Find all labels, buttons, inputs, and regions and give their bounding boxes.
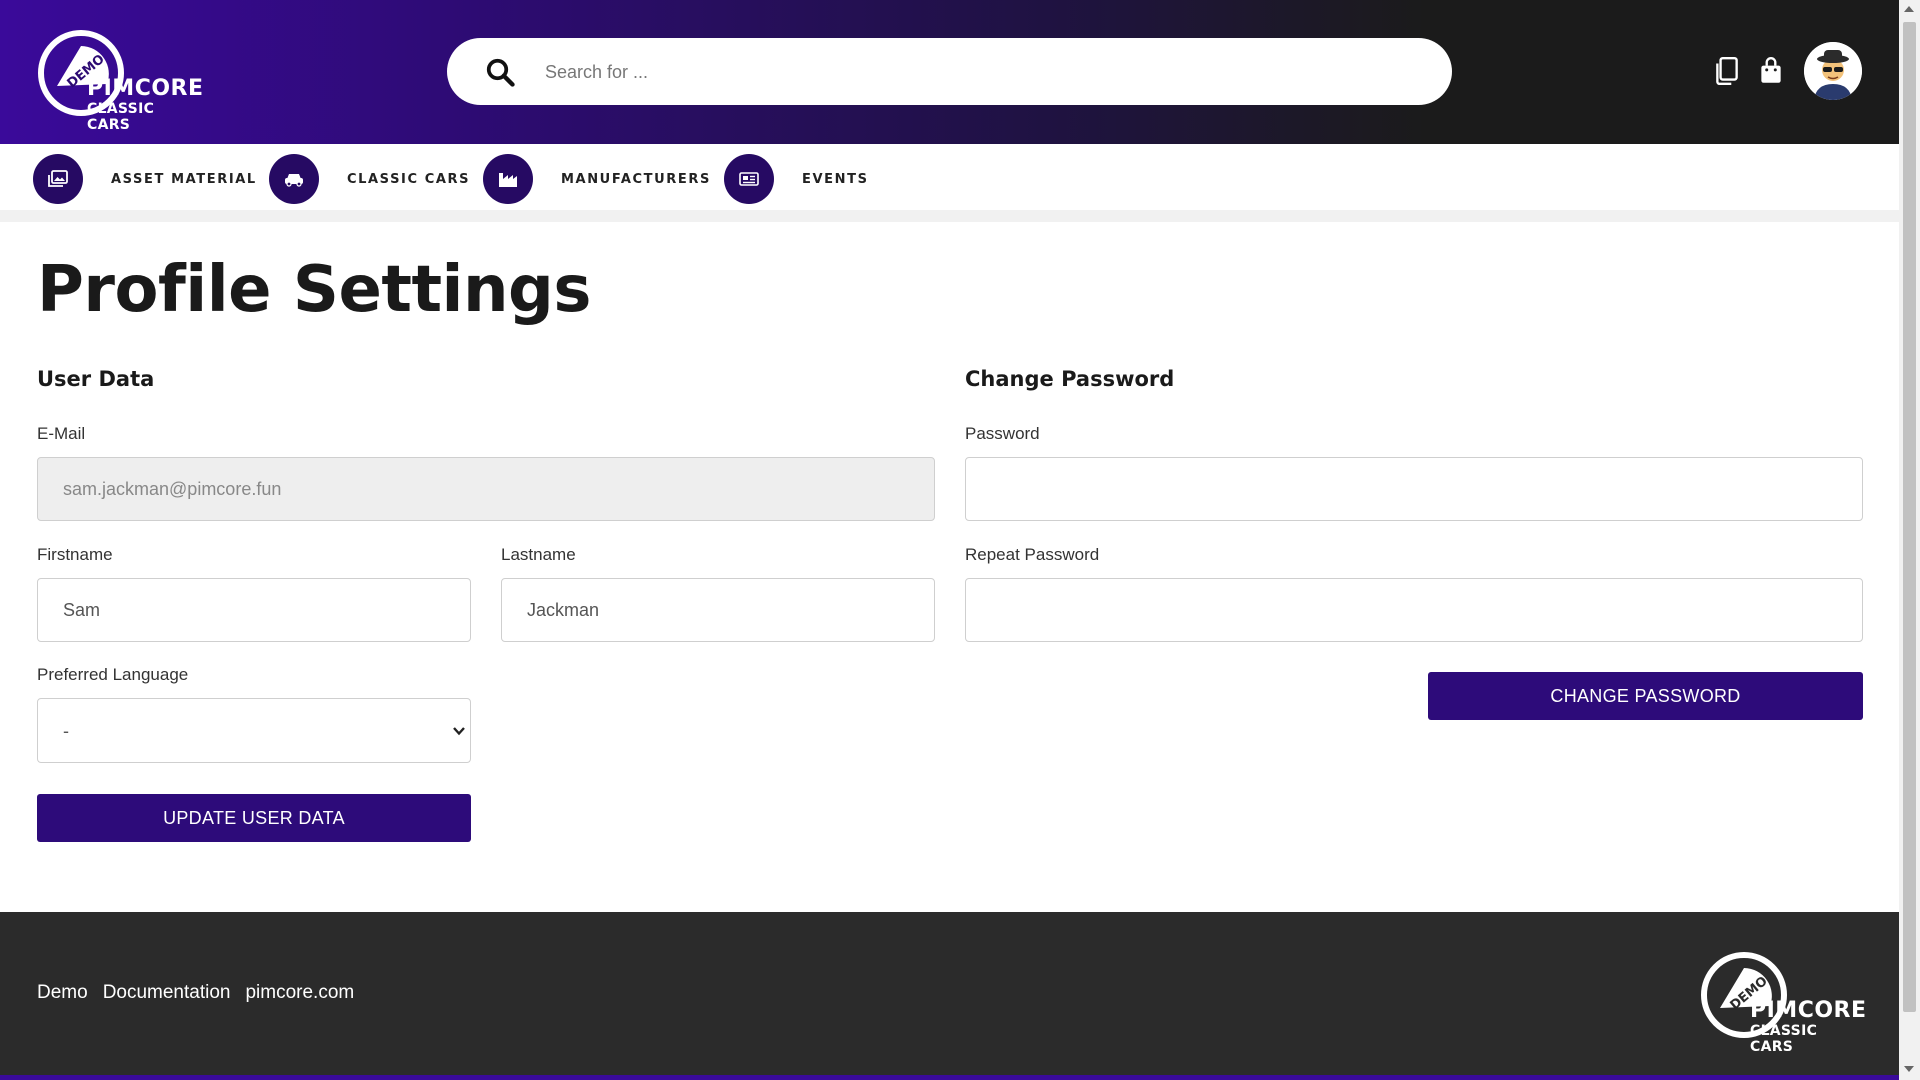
car-icon	[285, 174, 303, 187]
user-avatar[interactable]	[1804, 42, 1862, 100]
scroll-up-arrow[interactable]	[1904, 6, 1914, 12]
newspaper-icon	[739, 172, 759, 186]
firstname-field[interactable]	[37, 578, 471, 642]
search-input[interactable]	[545, 50, 1405, 94]
change-password-button[interactable]: CHANGE PASSWORD	[1428, 672, 1863, 720]
language-label: Preferred Language	[37, 665, 189, 684]
logo-subtitle: CLASSIC CARS	[1750, 1023, 1818, 1055]
footer: Demo Documentation pimcore.com DEMO PIMC…	[0, 912, 1899, 1075]
nav-divider	[0, 210, 1899, 222]
change-password-title: Change Password	[965, 367, 1175, 391]
pimcore-logo[interactable]: DEMO PIMCORE CLASSIC CARS	[37, 26, 204, 133]
main-nav: ASSET MATERIAL CLASSIC CARS MANUFACTURER…	[0, 144, 1899, 210]
firstname-label: Firstname	[37, 545, 113, 564]
header: DEMO PIMCORE CLASSIC CARS	[0, 0, 1899, 144]
password-field[interactable]	[965, 457, 1863, 521]
language-select[interactable]: -	[37, 698, 471, 763]
logo-name: PIMCORE	[87, 76, 204, 101]
email-label: E-Mail	[37, 424, 86, 443]
email-field[interactable]	[37, 457, 935, 521]
repeat-password-label: Repeat Password	[965, 545, 1100, 564]
repeat-password-field[interactable]	[965, 578, 1863, 642]
nav-label: MANUFACTURERS	[561, 171, 711, 187]
nav-item-manufacturers[interactable]: MANUFACTURERS	[483, 154, 711, 204]
nav-circle	[483, 154, 533, 204]
footer-link-documentation[interactable]: Documentation	[103, 982, 231, 1004]
footer-links: Demo Documentation pimcore.com	[37, 982, 354, 1004]
search-bar	[447, 38, 1452, 105]
footer-link-pimcore[interactable]: pimcore.com	[245, 982, 354, 1004]
logo-name: PIMCORE	[1750, 998, 1867, 1023]
nav-circle	[269, 154, 319, 204]
scroll-down-arrow[interactable]	[1904, 1066, 1914, 1072]
logo-subtitle: CLASSIC CARS	[87, 101, 155, 133]
search-icon[interactable]	[485, 57, 515, 87]
user-data-title: User Data	[37, 367, 155, 391]
factory-icon	[499, 173, 517, 187]
nav-label: ASSET MATERIAL	[111, 171, 257, 187]
nav-item-events[interactable]: EVENTS	[724, 154, 869, 204]
avatar-icon	[1804, 42, 1862, 100]
shopping-bag-icon[interactable]	[1758, 56, 1784, 86]
nav-circle	[33, 154, 83, 204]
bottom-accent-bar	[0, 1075, 1899, 1080]
lastname-field[interactable]	[501, 578, 935, 642]
nav-label: EVENTS	[802, 171, 869, 187]
lastname-label: Lastname	[501, 545, 576, 564]
nav-circle	[724, 154, 774, 204]
page-title: Profile Settings	[37, 253, 591, 327]
password-label: Password	[965, 424, 1040, 443]
scroll-thumb[interactable]	[1903, 22, 1916, 1012]
update-user-data-button[interactable]: UPDATE USER DATA	[37, 794, 471, 842]
footer-logo[interactable]: DEMO PIMCORE CLASSIC CARS	[1700, 948, 1867, 1055]
footer-link-demo[interactable]: Demo	[37, 982, 88, 1004]
nav-item-classic-cars[interactable]: CLASSIC CARS	[269, 154, 470, 204]
nav-label: CLASSIC CARS	[347, 171, 471, 187]
nav-item-asset-material[interactable]: ASSET MATERIAL	[33, 154, 257, 204]
scrollbar[interactable]	[1899, 0, 1920, 1080]
compare-icon[interactable]	[1714, 56, 1740, 86]
images-icon	[48, 170, 68, 187]
